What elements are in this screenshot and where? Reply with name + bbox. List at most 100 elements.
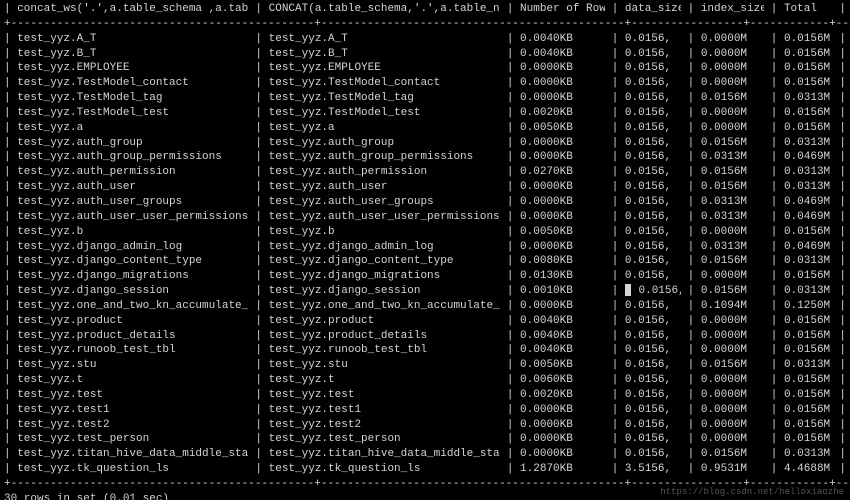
cell: 0.0156, — [625, 373, 681, 388]
table-row: | test_yyz.test1 | test_yyz.test1 | 0.00… — [4, 403, 846, 418]
cell: 0.0156, — [625, 210, 681, 225]
cell: 0.0469M — [784, 150, 833, 165]
cell: 0.0060KB — [520, 373, 605, 388]
table-row: | test_yyz.t | test_yyz.t | 0.0060KB | 0… — [4, 373, 846, 388]
cell: 0.0010KB — [520, 284, 605, 299]
cell: test_yyz.runoob_test_tbl — [269, 343, 501, 358]
cell: 0.0313M — [701, 150, 764, 165]
table-row: | test_yyz.one_and_two_kn_accumulate_sta… — [4, 299, 846, 314]
cell: test_yyz.b — [269, 225, 501, 240]
cell: test_yyz.tk_question_ls — [17, 462, 249, 477]
table-row: | test_yyz.test2 | test_yyz.test2 | 0.00… — [4, 418, 846, 433]
cell: 0.0000M — [701, 32, 764, 47]
cell: test_yyz.EMPLOYEE — [17, 61, 249, 76]
cell: test_yyz.test — [17, 388, 249, 403]
cell: 0.0000KB — [520, 447, 605, 462]
cell: test_yyz.product — [17, 314, 249, 329]
cell: test_yyz.one_and_two_kn_accumulate_stars — [17, 299, 249, 314]
cell: 0.0469M — [784, 210, 833, 225]
cell: 0.0156, — [625, 91, 681, 106]
table-row: | test_yyz.B_T | test_yyz.B_T | 0.0040KB… — [4, 47, 846, 62]
cell: 0.0050KB — [520, 121, 605, 136]
cell: 0.0313M — [784, 284, 833, 299]
cell: 0.0000M — [701, 373, 764, 388]
cell: 0.0000M — [701, 403, 764, 418]
cell: 0.0000M — [701, 106, 764, 121]
cell: 0.0313M — [701, 240, 764, 255]
cell: test_yyz.test1 — [269, 403, 501, 418]
cell: test_yyz.one_and_two_kn_accumulate_stars — [269, 299, 501, 314]
cell: 0.0156, — [625, 76, 681, 91]
cell: 0.0156M — [701, 91, 764, 106]
cell: 0.0156, — [625, 343, 681, 358]
table-header: | concat_ws('.',a.table_schema ,a.table_… — [4, 2, 846, 17]
cell: 0.0000M — [701, 47, 764, 62]
cell: test_yyz.django_admin_log — [17, 240, 249, 255]
cell: test_yyz.auth_user — [269, 180, 501, 195]
cell: 0.0156, — [625, 299, 681, 314]
cell: 0.0156, — [625, 121, 681, 136]
cell: 0.0156M — [784, 225, 833, 240]
cell: 0.0156M — [784, 32, 833, 47]
cell: 0.0156, — [625, 269, 681, 284]
table-row: | test_yyz.django_migrations | test_yyz.… — [4, 269, 846, 284]
cell: 0.0156M — [784, 106, 833, 121]
cell: test_yyz.B_T — [17, 47, 249, 62]
cell: 0.0156, — [625, 240, 681, 255]
cell: test_yyz.auth_permission — [269, 165, 501, 180]
cell: 0.0156M — [784, 61, 833, 76]
cell: test_yyz.test_person — [269, 432, 501, 447]
cell: test_yyz.auth_user — [17, 180, 249, 195]
cell: 0.0156, — [625, 314, 681, 329]
cell: 0.0000M — [701, 343, 764, 358]
cell: test_yyz.a — [269, 121, 501, 136]
cell: test_yyz.TestModel_contact — [17, 76, 249, 91]
cell: 0.0000KB — [520, 76, 605, 91]
cell: 0.0313M — [784, 254, 833, 269]
cell: 0.0050KB — [520, 358, 605, 373]
cell: 0.0156M — [784, 373, 833, 388]
cell: test_yyz.auth_group — [17, 136, 249, 151]
cell: 0.0000KB — [520, 61, 605, 76]
cell: test_yyz.product_details — [269, 329, 501, 344]
col-header: concat_ws('.',a.table_schema ,a.table_na… — [17, 2, 249, 17]
cell: 0.0156, — [625, 403, 681, 418]
table-row: | test_yyz.product_details | test_yyz.pr… — [4, 329, 846, 344]
col-header: Number of Rows — [520, 2, 605, 17]
cell: 0.0000M — [701, 329, 764, 344]
table-row: | test_yyz.test_person | test_yyz.test_p… — [4, 432, 846, 447]
cell: 0.0156, — [625, 136, 681, 151]
cell: 0.0156M — [701, 284, 764, 299]
cell: test_yyz.tk_question_ls — [269, 462, 501, 477]
table-row: | test_yyz.product | test_yyz.product | … — [4, 314, 846, 329]
cell: 0.0000KB — [520, 195, 605, 210]
cell: 0.0000M — [701, 418, 764, 433]
table-row: | test_yyz.auth_user | test_yyz.auth_use… — [4, 180, 846, 195]
cell: test_yyz.B_T — [269, 47, 501, 62]
table-row: | test_yyz.a | test_yyz.a | 0.0050KB | 0… — [4, 121, 846, 136]
cell: 0.1250M — [784, 299, 833, 314]
cell: test_yyz.django_content_type — [17, 254, 249, 269]
cell: 0.9531M — [701, 462, 764, 477]
cell: 0.0156M — [784, 418, 833, 433]
table-row: | test_yyz.auth_group | test_yyz.auth_gr… — [4, 136, 846, 151]
cell: 0.0156M — [784, 121, 833, 136]
table-row: | test_yyz.tk_question_ls | test_yyz.tk_… — [4, 462, 846, 477]
table-row: | test_yyz.TestModel_tag | test_yyz.Test… — [4, 91, 846, 106]
cell: test_yyz.product_details — [17, 329, 249, 344]
cell: test_yyz.t — [17, 373, 249, 388]
cell: 0.0000KB — [520, 403, 605, 418]
cell: 0.0000KB — [520, 150, 605, 165]
cell: test_yyz.A_T — [269, 32, 501, 47]
cell: 0.0050KB — [520, 225, 605, 240]
cell: test_yyz.test_person — [17, 432, 249, 447]
cell: test_yyz.TestModel_test — [17, 106, 249, 121]
cell: test_yyz.auth_user_user_permissions — [17, 210, 249, 225]
cell: test_yyz.A_T — [17, 32, 249, 47]
cell: 0.0000KB — [520, 299, 605, 314]
table-row: | test_yyz.auth_user_user_permissions | … — [4, 210, 846, 225]
table-row: | test_yyz.EMPLOYEE | test_yyz.EMPLOYEE … — [4, 61, 846, 76]
cell: test_yyz.a — [17, 121, 249, 136]
table-row: | test_yyz.A_T | test_yyz.A_T | 0.0040KB… — [4, 32, 846, 47]
cell: 0.0270KB — [520, 165, 605, 180]
